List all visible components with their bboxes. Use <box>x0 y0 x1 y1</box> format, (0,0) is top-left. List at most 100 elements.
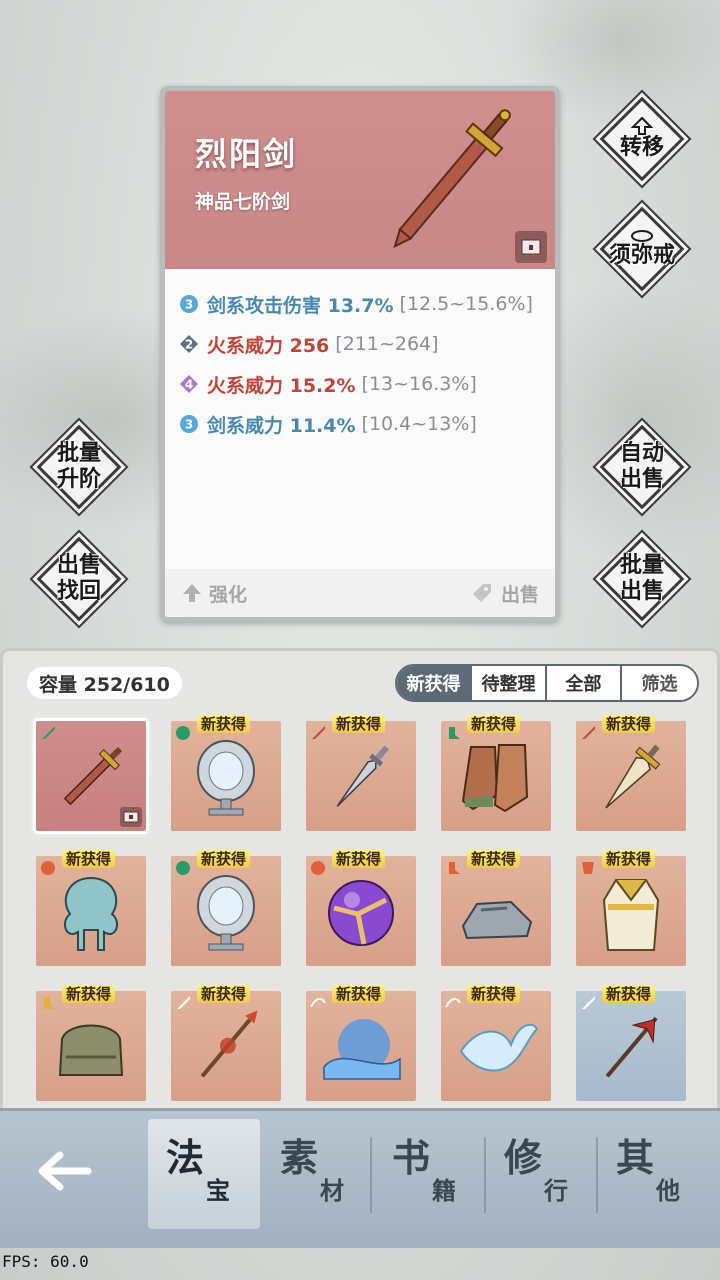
item-header: 烈阳剑 神品七阶剑 <box>165 91 555 269</box>
bottom-nav: 法 宝 素 材 书 籍 修 行 其 他 <box>0 1108 720 1248</box>
back-button[interactable] <box>30 1141 100 1201</box>
gem-icon: 2 <box>179 334 199 354</box>
inventory-slot[interactable]: 新获得 <box>171 715 281 831</box>
nav-tab-materials-small: 材 <box>320 1176 344 1205</box>
blade-icon <box>336 745 390 807</box>
inventory-slot[interactable]: 新获得 <box>441 850 551 966</box>
capacity-label: 容量 252/610 <box>27 667 182 699</box>
shoes-icon <box>461 900 533 940</box>
nav-tab-treasure-big: 法 <box>166 1135 205 1180</box>
inventory-slot[interactable]: 新获得 <box>576 985 686 1101</box>
inventory-slot[interactable]: 新获得 <box>306 985 416 1101</box>
sword-icon <box>393 109 511 249</box>
inventory-slot[interactable]: 新获得 <box>306 850 416 966</box>
sell-button[interactable]: 出售 <box>469 580 539 607</box>
sell-icon <box>472 584 491 602</box>
ring-label: 须弥戒 <box>608 243 675 268</box>
sell-recover-label-1: 出售 <box>56 553 101 578</box>
stat-range: [12.5~15.6%] <box>399 293 533 315</box>
arrow-up-icon <box>183 584 201 602</box>
nav-tab-cultivation[interactable]: 修 行 <box>486 1119 598 1229</box>
upload-icon <box>631 117 653 135</box>
inventory-slot[interactable]: 新获得 <box>306 715 416 831</box>
boots-icon <box>461 744 529 813</box>
nav-tab-materials-big: 素 <box>280 1135 319 1180</box>
stat-row: 4 火系威力 15.2% [13~16.3%] <box>179 364 533 404</box>
item-detail-card: 烈阳剑 神品七阶剑 3 剑系攻击伤害 13.7% [12.5~15.6%] 2 … <box>160 86 560 622</box>
item-name: 烈阳剑 <box>195 135 298 173</box>
back-arrow-icon <box>38 1151 92 1191</box>
nav-tab-books-big: 书 <box>392 1135 431 1180</box>
inventory-slot[interactable] <box>33 718 149 834</box>
new-badge: 新获得 <box>602 715 656 733</box>
spear-icon <box>200 1010 258 1078</box>
tab-filter[interactable]: 筛选 <box>622 666 697 700</box>
frost-bird-icon <box>459 1023 539 1072</box>
ring-button[interactable]: 须弥戒 <box>597 204 687 294</box>
stat-value: 火系威力 256 <box>207 334 330 357</box>
auto-sell-button[interactable]: 自动 出售 <box>597 422 687 512</box>
item-grade: 神品七阶剑 <box>195 191 291 213</box>
sell-label: 出售 <box>500 583 539 606</box>
nav-tab-treasure[interactable]: 法 宝 <box>148 1119 260 1229</box>
stat-value: 剑系攻击伤害 13.7% <box>207 294 394 317</box>
enhance-label: 强化 <box>209 583 248 606</box>
inventory-slot[interactable]: 新获得 <box>576 850 686 966</box>
gem-icon: 3 <box>179 414 199 434</box>
auto-sell-label-2: 出售 <box>619 467 664 492</box>
batch-sell-label-1: 批量 <box>619 553 664 578</box>
inventory-slot[interactable]: 新获得 <box>36 850 146 966</box>
nav-tab-books[interactable]: 书 籍 <box>374 1119 486 1229</box>
nav-tab-materials[interactable]: 素 材 <box>262 1119 374 1229</box>
auto-sell-label-1: 自动 <box>619 441 664 466</box>
chest-icon[interactable] <box>515 231 547 263</box>
tab-new[interactable]: 新获得 <box>397 666 472 700</box>
batch-upgrade-label-2: 升阶 <box>56 467 101 492</box>
inventory-slot[interactable]: 新获得 <box>576 715 686 831</box>
stat-range: [10.4~13%] <box>361 413 477 435</box>
stat-range: [13~16.3%] <box>361 373 477 395</box>
svg-text:2: 2 <box>185 338 193 352</box>
stat-value: 剑系威力 11.4% <box>207 414 356 437</box>
nav-tab-other-big: 其 <box>616 1135 655 1180</box>
batch-upgrade-button[interactable]: 批量 升阶 <box>34 422 124 512</box>
tab-all[interactable]: 全部 <box>547 666 622 700</box>
new-badge: 新获得 <box>467 850 521 868</box>
item-grid: 新获得 新获得 新获得 新获得 新获得 新获得 新获得 新获得 新获得 新获得 新获得 新获得 新获得新… <box>33 715 696 1101</box>
new-badge: 新获得 <box>62 850 116 868</box>
nav-tab-cultivation-small: 行 <box>544 1176 568 1205</box>
card-footer: 强化 出售 <box>165 569 555 617</box>
sell-recover-button[interactable]: 出售 找回 <box>34 534 124 624</box>
transfer-button[interactable]: 转移 <box>597 94 687 184</box>
halberd-icon <box>605 1016 658 1078</box>
svg-text:4: 4 <box>185 378 193 392</box>
svg-text:3: 3 <box>185 298 193 312</box>
batch-upgrade-label-1: 批量 <box>56 441 101 466</box>
inventory-slot[interactable]: 新获得 <box>36 985 146 1101</box>
inventory-panel: 容量 252/610 新获得 待整理 全部 筛选 新获得 新获得 新获得 新获得 新获得… <box>0 648 720 1118</box>
inventory-slot[interactable]: 新获得 <box>171 985 281 1101</box>
ring-icon <box>631 230 653 242</box>
inventory-slot[interactable]: 新获得 <box>441 985 551 1101</box>
stat-row: 3 剑系威力 11.4% [10.4~13%] <box>179 404 533 444</box>
new-badge: 新获得 <box>197 715 251 733</box>
transfer-label: 转移 <box>619 135 664 160</box>
new-badge: 新获得 <box>62 985 116 1003</box>
enhance-button[interactable]: 强化 <box>181 580 247 607</box>
svg-text:3: 3 <box>185 418 193 432</box>
inventory-slot[interactable]: 新获得 <box>441 715 551 831</box>
batch-sell-label-2: 出售 <box>619 579 664 604</box>
new-badge: 新获得 <box>602 850 656 868</box>
robe-icon <box>602 879 660 951</box>
nav-tab-treasure-small: 宝 <box>206 1176 230 1205</box>
nav-tab-other[interactable]: 其 他 <box>598 1119 710 1229</box>
batch-sell-button[interactable]: 批量 出售 <box>597 534 687 624</box>
mirror-icon <box>197 875 255 951</box>
tab-pending[interactable]: 待整理 <box>472 666 547 700</box>
new-badge: 新获得 <box>602 985 656 1003</box>
stat-row: 2 火系威力 256 [211~264] <box>179 324 533 364</box>
inventory-slot[interactable]: 新获得 <box>171 850 281 966</box>
filter-tabs: 新获得 待整理 全部 筛选 <box>395 664 699 702</box>
new-badge: 新获得 <box>197 985 251 1003</box>
new-badge: 新获得 <box>197 850 251 868</box>
